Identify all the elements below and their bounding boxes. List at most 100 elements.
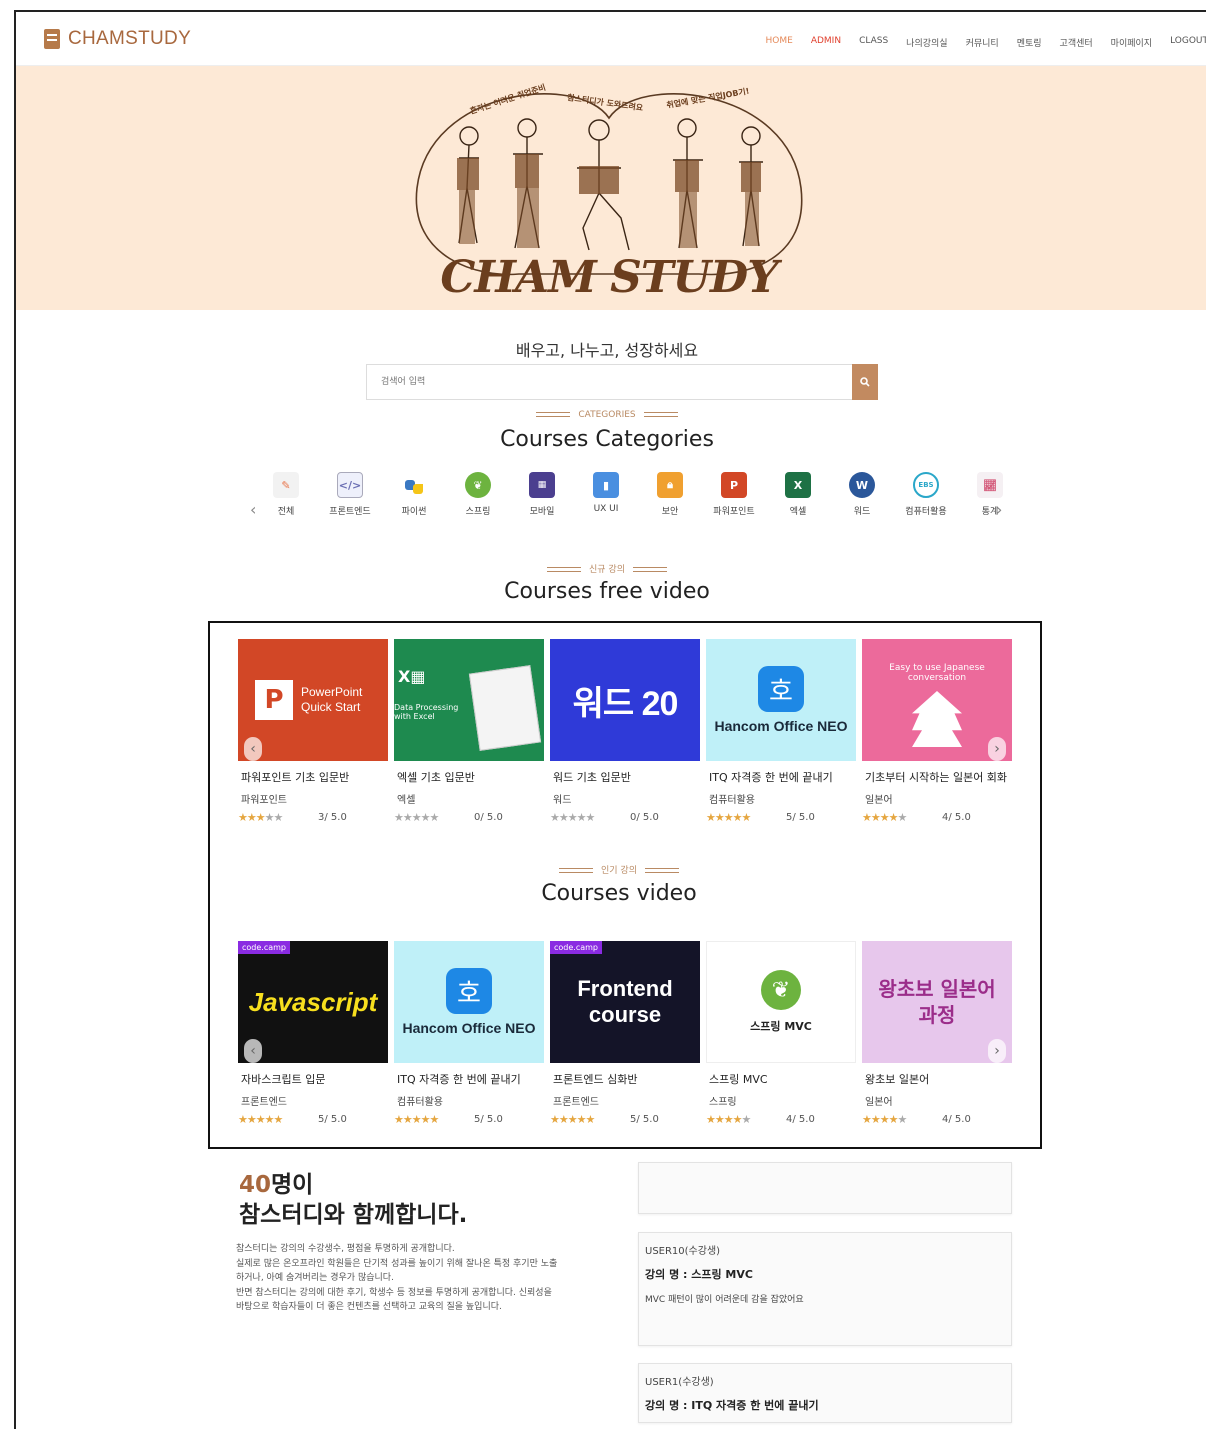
category-label: 스프링 <box>465 507 491 517</box>
category-stats[interactable]: 📈︎ 통계 <box>960 472 1020 517</box>
course-card[interactable]: ❦ 스프링 MVC 스프링 MVC 스프링 ★★★★★ 4/ 5.0 <box>706 941 856 1126</box>
community-headline: 참스터디와 함께합니다. <box>239 1202 468 1228</box>
nav-admin[interactable]: ADMIN <box>811 36 841 49</box>
course-card[interactable]: 왕초보 일본어 과정 › 왕초보 일본어 일본어 ★★★★★ 4/ 5.0 <box>862 941 1012 1126</box>
category-security[interactable]: 🔒︎ 보안 <box>640 472 700 517</box>
course-card[interactable]: 호 Hancom Office NEO ITQ 자격증 한 번에 끝내기 컴퓨터… <box>706 639 856 824</box>
course-title: 프론트엔드 심화반 <box>553 1073 638 1086</box>
free-eyebrow-text: 신규 강의 <box>589 565 625 575</box>
star-rating: ★★★★★ <box>862 1113 907 1126</box>
thumbnail-text: Easy to use Japanese conversation <box>889 663 985 683</box>
codecamp-tag: code.camp <box>550 941 603 954</box>
category-frontend[interactable]: </> 프론트엔드 <box>320 472 380 517</box>
category-label: 보안 <box>661 507 679 517</box>
course-rating: ★★★★★ 0/ 5.0 <box>394 811 544 824</box>
excel-icon: X▦ <box>398 667 426 686</box>
nav-mypage[interactable]: 마이페이지 <box>1111 36 1152 49</box>
review-course: 강의 명 : ITQ 자격증 한 번에 끝내기 <box>645 1399 819 1412</box>
carousel-next-button[interactable]: › <box>988 737 1006 761</box>
student-count-heading: 40명이 참스터디와 함께합니다. <box>239 1170 467 1230</box>
category-label: 전체 <box>277 507 295 517</box>
category-mobile[interactable]: ▦ 모바일 <box>512 472 572 517</box>
course-thumbnail[interactable]: P PowerPoint Quick Start ‹ <box>238 639 388 761</box>
review-card[interactable]: USER10(수강생) 강의 명 : 스프링 MVC MVC 패턴이 많이 어려… <box>638 1232 1012 1346</box>
course-title: 엑셀 기초 입문반 <box>397 771 475 784</box>
chart-icon: 📈︎ <box>977 472 1003 498</box>
carousel-prev-button[interactable]: ‹ <box>244 737 262 761</box>
nav-class[interactable]: CLASS <box>859 36 888 49</box>
review-card[interactable]: USER1(수강생) 강의 명 : ITQ 자격증 한 번에 끝내기 <box>638 1363 1012 1423</box>
student-count-suffix: 명이 <box>271 1172 314 1198</box>
ebs-icon: EBS <box>913 472 939 498</box>
category-label: 파이썬 <box>401 507 427 517</box>
category-computer[interactable]: EBS 컴퓨터활용 <box>896 472 956 517</box>
course-card[interactable]: P PowerPoint Quick Start ‹ 파워포인트 기초 입문반 … <box>238 639 388 824</box>
hancom-icon: 호 <box>446 968 492 1014</box>
logo[interactable]: CHAMSTUDY <box>44 28 191 50</box>
course-category: 일본어 <box>865 795 893 806</box>
course-card[interactable]: X▦ Data Processing with Excel 엑셀 기초 입문반 … <box>394 639 544 824</box>
course-title: 왕초보 일본어 <box>865 1073 930 1086</box>
course-thumbnail[interactable]: code.camp Frontend course <box>550 941 700 1063</box>
course-card[interactable]: code.camp Javascript ‹ 자바스크립트 입문 프론트엔드 ★… <box>238 941 388 1126</box>
course-thumbnail[interactable]: Easy to use Japanese conversation › <box>862 639 1012 761</box>
category-uxui[interactable]: ▮ UX UI <box>576 472 636 514</box>
category-all[interactable]: ✎ 전체 <box>256 472 316 517</box>
popular-course-row: code.camp Javascript ‹ 자바스크립트 입문 프론트엔드 ★… <box>238 941 1014 1171</box>
course-rating: ★★★★★ 4/ 5.0 <box>862 1113 1012 1126</box>
course-card[interactable]: 워드 20 워드 기초 입문반 워드 ★★★★★ 0/ 5.0 <box>550 639 700 824</box>
category-label: 컴퓨터활용 <box>905 507 947 517</box>
nav-mentoring[interactable]: 멘토링 <box>1017 36 1042 49</box>
desc-line: 반면 참스터디는 강의에 대한 후기, 학생수 등 정보를 투명하게 공개합니다… <box>236 1287 552 1298</box>
category-powerpoint[interactable]: P 파워포인트 <box>704 472 764 517</box>
category-word[interactable]: W 워드 <box>832 472 892 517</box>
rating-score: 5/ 5.0 <box>474 1114 503 1125</box>
course-title: 자바스크립트 입문 <box>241 1073 326 1086</box>
nav-logout[interactable]: LOGOUT <box>1170 36 1206 49</box>
category-label: 프론트엔드 <box>329 507 371 517</box>
course-rating: ★★★★★ 5/ 5.0 <box>550 1113 700 1126</box>
course-thumbnail[interactable]: 호 Hancom Office NEO <box>394 941 544 1063</box>
search-button[interactable] <box>852 364 878 400</box>
codecamp-tag: code.camp <box>238 941 291 954</box>
category-label: 워드 <box>853 507 871 517</box>
category-label: UX UI <box>593 504 619 514</box>
course-thumbnail[interactable]: 호 Hancom Office NEO <box>706 639 856 761</box>
course-rating: ★★★★★ 3/ 5.0 <box>238 811 388 824</box>
course-thumbnail[interactable]: X▦ Data Processing with Excel <box>394 639 544 761</box>
nav-home[interactable]: HOME <box>766 36 793 49</box>
community-description: 참스터디는 강의의 수강생수, 평점을 투명하게 공개합니다. 실제로 많은 온… <box>236 1242 621 1315</box>
category-spring[interactable]: ❦ 스프링 <box>448 472 508 517</box>
carousel-prev-button[interactable]: ‹ <box>244 1039 262 1063</box>
course-thumbnail[interactable]: 워드 20 <box>550 639 700 761</box>
rating-score: 5/ 5.0 <box>318 1114 347 1125</box>
thumbnail-text: Javascript <box>248 986 378 1017</box>
categories-title: Courses Categories <box>500 427 714 452</box>
course-card[interactable]: code.camp Frontend course 프론트엔드 심화반 프론트엔… <box>550 941 700 1126</box>
review-user: USER10(수강생) <box>645 1246 721 1257</box>
course-thumbnail[interactable]: 왕초보 일본어 과정 › <box>862 941 1012 1063</box>
search-input[interactable] <box>367 365 847 399</box>
nav-community[interactable]: 커뮤니티 <box>966 36 999 49</box>
course-thumbnail[interactable]: ❦ 스프링 MVC <box>706 941 856 1063</box>
desc-line: 참스터디는 강의의 수강생수, 평점을 투명하게 공개합니다. <box>236 1244 455 1254</box>
nav-support[interactable]: 고객센터 <box>1060 36 1093 49</box>
carousel-next-button[interactable]: › <box>988 1039 1006 1063</box>
nav-my-classroom[interactable]: 나의강의실 <box>906 36 947 49</box>
desc-line: 바탕으로 학습자들이 더 좋은 컨텐츠를 선택하고 교육의 질을 높입니다. <box>236 1302 502 1312</box>
category-label: 모바일 <box>529 507 555 517</box>
thumbnail-text: 워드 20 <box>572 684 679 723</box>
category-excel[interactable]: X 엑셀 <box>768 472 828 517</box>
course-thumbnail[interactable]: code.camp Javascript ‹ <box>238 941 388 1063</box>
course-card[interactable]: Easy to use Japanese conversation › 기초부터… <box>862 639 1012 824</box>
category-next-arrow[interactable]: › <box>996 500 1002 519</box>
student-count: 40 <box>239 1172 272 1198</box>
thumbnail-text: 스프링 MVC <box>750 1020 812 1033</box>
course-card[interactable]: 호 Hancom Office NEO ITQ 자격증 한 번에 끝내기 컴퓨터… <box>394 941 544 1126</box>
category-python[interactable]: 파이썬 <box>384 472 444 517</box>
thumbnail-text: 왕초보 일본어 과정 <box>878 977 996 1027</box>
hero-title: CHAM STUDY <box>440 252 782 303</box>
rating-score: 5/ 5.0 <box>786 812 815 823</box>
desc-line: 실제로 많은 온오프라인 학원들은 단기적 성과를 높이기 위해 잘나온 특정 … <box>236 1258 558 1269</box>
star-rating: ★★★★★ <box>862 811 907 824</box>
